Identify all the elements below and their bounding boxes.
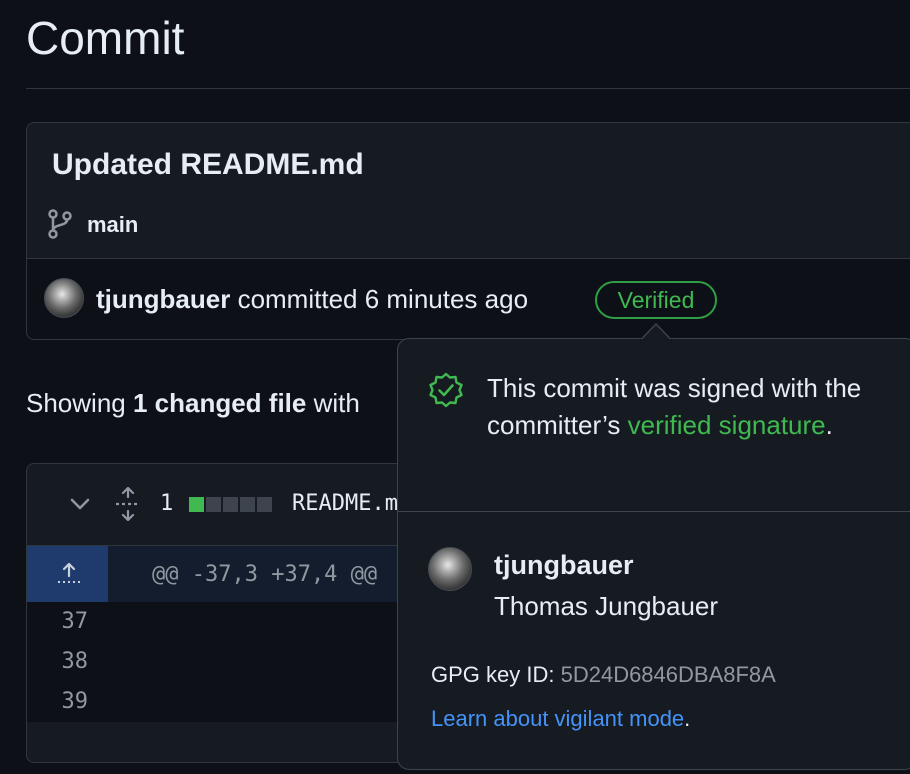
diffstat-neutral-block — [223, 497, 238, 512]
diffstat-neutral-block — [257, 497, 272, 512]
file-change-count: 1 — [160, 491, 174, 516]
file-name-link[interactable]: README.m — [292, 489, 398, 519]
signature-text-end: . — [825, 410, 833, 440]
gpg-key-line: GPG key ID: 5D24D6846DBA8F8A — [431, 660, 776, 690]
committer-full-name: Thomas Jungbauer — [494, 591, 719, 621]
verified-signature-link[interactable]: verified signature — [628, 410, 826, 440]
chevron-down-icon[interactable] — [68, 492, 92, 516]
title-divider — [26, 88, 910, 89]
signature-description: This commit was signed with the committe… — [487, 370, 887, 444]
line-number[interactable]: 38 — [28, 642, 89, 682]
author-link[interactable]: tjungbauer — [96, 284, 230, 314]
hunk-header-text: @@ -37,3 +37,4 @@ — [152, 562, 378, 587]
verified-shield-icon — [429, 372, 463, 408]
verified-badge[interactable]: Verified — [595, 281, 717, 319]
gpg-key-label: GPG key ID: — [431, 662, 561, 687]
popover-caret — [642, 322, 670, 339]
branch-link[interactable]: main — [87, 210, 138, 240]
diff-summary: Showing 1 changed file with — [26, 386, 360, 420]
vigilant-mode-link[interactable]: Learn about vigilant mode — [431, 706, 684, 731]
vigilant-mode-line: Learn about vigilant mode. — [431, 704, 690, 734]
page-title: Commit — [26, 12, 185, 64]
commit-divider — [27, 258, 910, 259]
commit-author-line: tjungbauer committed 6 minutes ago — [96, 283, 528, 315]
author-avatar[interactable] — [44, 278, 84, 318]
summary-prefix: Showing — [26, 388, 133, 418]
unfold-icon[interactable] — [114, 487, 142, 521]
diffstat-blocks — [189, 497, 274, 515]
diffstat-added-block — [189, 497, 204, 512]
commit-message: Updated README.md — [52, 148, 364, 181]
expand-up-icon[interactable] — [55, 560, 83, 586]
line-number[interactable]: 37 — [28, 602, 89, 642]
changed-files-count[interactable]: 1 changed file — [133, 388, 306, 418]
diffstat-neutral-block — [240, 497, 255, 512]
line-number[interactable]: 39 — [28, 682, 89, 722]
committer-avatar[interactable] — [428, 547, 472, 591]
summary-suffix: with — [306, 388, 360, 418]
committer-login[interactable]: tjungbauer — [494, 548, 634, 582]
vigilant-mode-suffix: . — [684, 706, 691, 731]
diffstat-neutral-block — [206, 497, 221, 512]
gpg-key-id: 5D24D6846DBA8F8A — [560, 662, 776, 687]
git-branch-icon — [48, 209, 72, 239]
popover-divider — [398, 511, 910, 512]
commit-time-text: committed 6 minutes ago — [230, 284, 529, 314]
